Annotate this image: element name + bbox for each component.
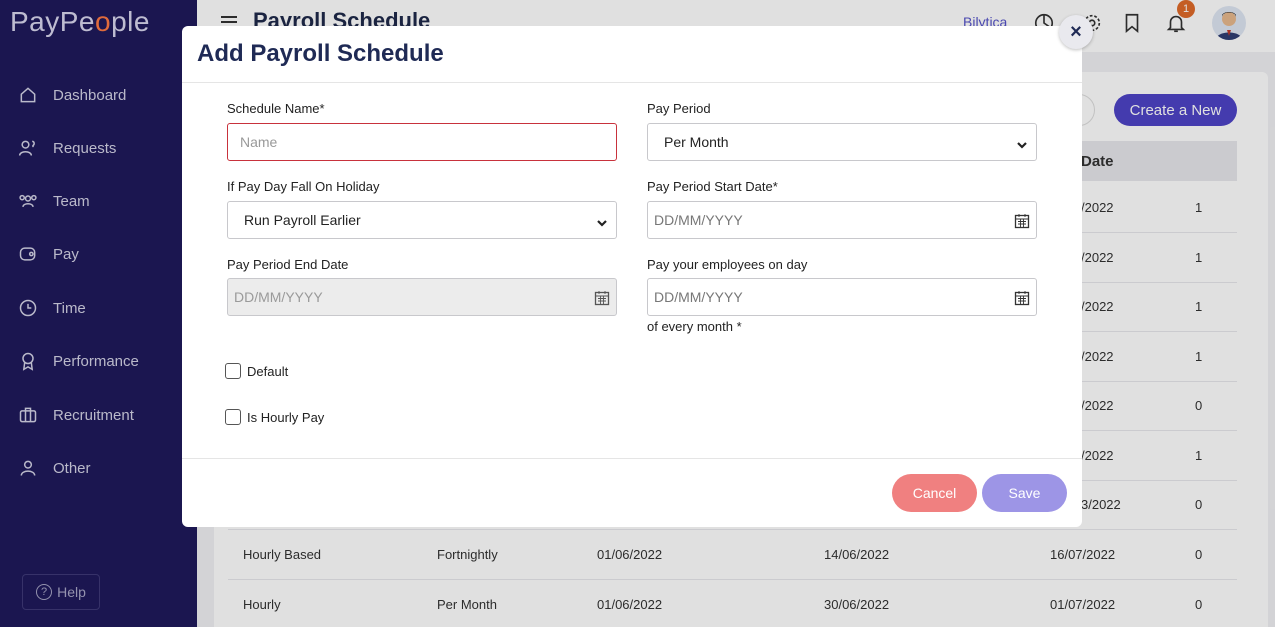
- hourly-pay-checkbox-label: Is Hourly Pay: [247, 409, 325, 425]
- divider: [182, 82, 1082, 83]
- calendar-icon: [594, 290, 610, 306]
- schedule-name-placeholder: Name: [240, 134, 278, 150]
- start-date-input[interactable]: DD/MM/YYYY: [647, 201, 1037, 239]
- hourly-pay-checkbox-row[interactable]: Is Hourly Pay: [225, 409, 324, 425]
- chevron-down-icon: [597, 215, 607, 227]
- add-payroll-schedule-dialog: Add Payroll Schedule Schedule Name* Name…: [182, 26, 1082, 527]
- default-checkbox-row[interactable]: Default: [225, 363, 288, 379]
- pay-period-label: Pay Period: [647, 101, 711, 116]
- cancel-button[interactable]: Cancel: [892, 474, 977, 512]
- pay-period-value: Per Month: [664, 134, 729, 150]
- end-date-placeholder: DD/MM/YYYY: [234, 289, 323, 305]
- pay-day-helper-text: of every month *: [647, 319, 742, 334]
- save-button[interactable]: Save: [982, 474, 1067, 512]
- pay-day-input[interactable]: DD/MM/YYYY: [647, 278, 1037, 316]
- chevron-down-icon: [1017, 137, 1027, 149]
- calendar-icon[interactable]: [1014, 213, 1030, 229]
- end-date-input: DD/MM/YYYY: [227, 278, 617, 316]
- end-date-label: Pay Period End Date: [227, 257, 349, 272]
- default-checkbox-label: Default: [247, 363, 289, 379]
- default-checkbox[interactable]: [225, 363, 241, 379]
- divider: [182, 458, 1082, 459]
- calendar-icon[interactable]: [1014, 290, 1030, 306]
- schedule-name-input[interactable]: Name: [227, 123, 617, 161]
- pay-day-label: Pay your employees on day: [647, 257, 808, 272]
- close-icon[interactable]: ×: [1059, 15, 1093, 49]
- schedule-name-label: Schedule Name*: [227, 101, 325, 116]
- dialog-title: Add Payroll Schedule: [197, 40, 444, 67]
- pay-day-placeholder: DD/MM/YYYY: [654, 289, 743, 305]
- hourly-pay-checkbox[interactable]: [225, 409, 241, 425]
- pay-period-select[interactable]: Per Month: [647, 123, 1037, 161]
- start-date-label: Pay Period Start Date*: [647, 179, 778, 194]
- start-date-placeholder: DD/MM/YYYY: [654, 212, 743, 228]
- holiday-label: If Pay Day Fall On Holiday: [227, 179, 380, 194]
- holiday-select[interactable]: Run Payroll Earlier: [227, 201, 617, 239]
- holiday-value: Run Payroll Earlier: [244, 212, 361, 228]
